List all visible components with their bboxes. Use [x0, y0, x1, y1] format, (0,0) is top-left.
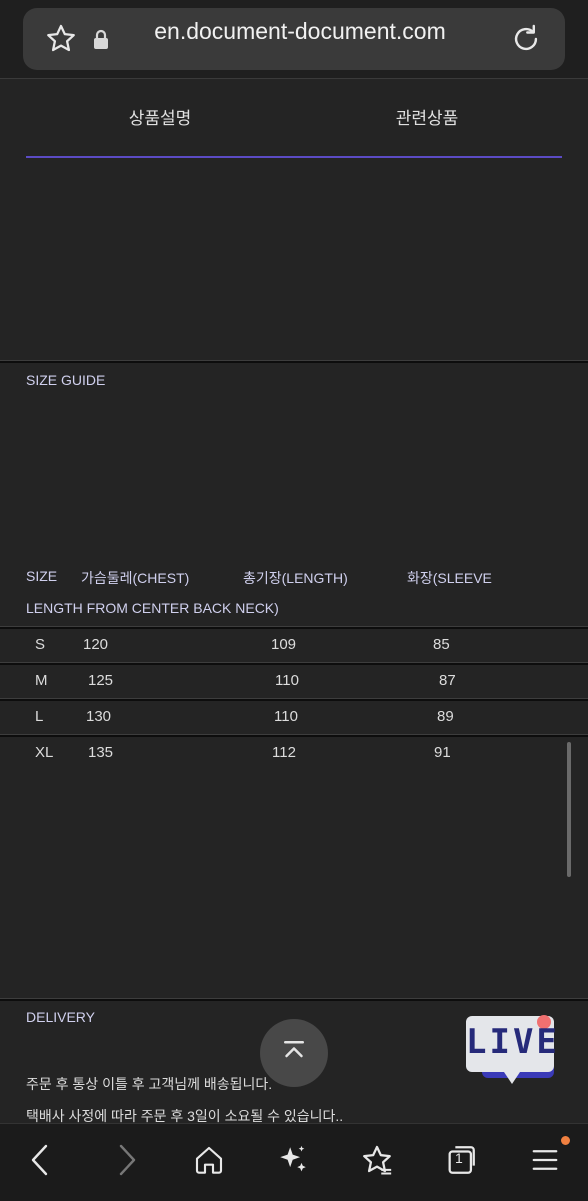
table-cell-size: XL: [35, 744, 54, 761]
live-badge-text: LIVE: [466, 1022, 560, 1062]
header-sleeve: 화장(SLEEVE: [407, 570, 492, 586]
header-sleeve-continued: LENGTH FROM CENTER BACK NECK): [26, 600, 279, 616]
table-cell-length: 112: [272, 744, 296, 761]
table-row-divider: [0, 734, 588, 737]
table-cell-size: S: [35, 636, 46, 653]
header-length: 총기장(LENGTH): [243, 570, 348, 586]
table-cell-sleeve: 87: [439, 672, 456, 689]
active-tab-indicator: [26, 156, 562, 158]
size-guide-title: SIZE GUIDE: [26, 372, 106, 388]
table-cell-chest: 125: [88, 672, 114, 689]
table-cell-sleeve: 85: [433, 636, 450, 653]
tab-count: 1: [455, 1150, 463, 1166]
chevron-up-icon: [279, 1036, 309, 1070]
star-icon[interactable]: [44, 22, 78, 56]
table-cell-chest: 130: [86, 708, 112, 725]
table-cell-chest: 120: [83, 636, 109, 653]
divider: [0, 998, 588, 1001]
menu-icon[interactable]: [525, 1140, 565, 1180]
table-cell-sleeve: 91: [434, 744, 451, 761]
scroll-to-top-button[interactable]: [260, 1019, 328, 1087]
table-row-divider: [0, 626, 588, 629]
url-text[interactable]: en.document-document.com: [95, 18, 505, 46]
reload-icon[interactable]: [509, 22, 543, 56]
table-cell-size: L: [35, 708, 44, 725]
favorites-icon[interactable]: [357, 1140, 397, 1180]
notification-dot: [561, 1136, 570, 1145]
header-chest: 가슴둘레(CHEST): [81, 570, 190, 586]
table-row-divider: [0, 698, 588, 701]
live-badge[interactable]: LIVE: [464, 1012, 560, 1088]
home-icon[interactable]: [189, 1140, 229, 1180]
table-cell-length: 110: [275, 672, 299, 689]
divider: [0, 360, 588, 363]
table-cell-sleeve: 89: [437, 708, 454, 725]
tab-related-products[interactable]: 관련상품: [367, 104, 487, 132]
table-cell-size: M: [35, 672, 48, 689]
sparkle-icon[interactable]: [273, 1140, 313, 1180]
table-cell-length: 109: [271, 636, 297, 653]
tabs-icon[interactable]: 1: [441, 1140, 481, 1180]
delivery-text-line1: 주문 후 통상 이틀 후 고객님께 배송됩니다.: [26, 1076, 273, 1092]
forward-icon[interactable]: [107, 1140, 147, 1180]
table-scrollbar[interactable]: [567, 742, 571, 877]
delivery-title: DELIVERY: [26, 1009, 95, 1025]
table-row-divider: [0, 662, 588, 665]
back-icon[interactable]: [20, 1140, 60, 1180]
table-cell-length: 110: [274, 708, 298, 725]
table-cell-chest: 135: [88, 744, 114, 761]
header-size: SIZE: [26, 568, 58, 584]
tab-description[interactable]: 상품설명: [100, 104, 220, 132]
